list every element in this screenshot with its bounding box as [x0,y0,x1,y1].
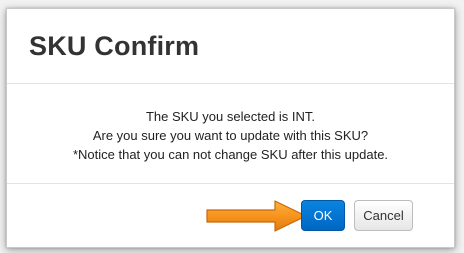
notice-message: *Notice that you can not change SKU afte… [72,147,389,162]
dialog-footer: OK Cancel [7,184,454,247]
sku-selected-message: The SKU you selected is INT. [145,109,316,124]
dialog-title: SKU Confirm [29,30,200,61]
dialog-header: SKU Confirm [7,9,454,84]
ok-button[interactable]: OK [301,200,345,231]
screenshot-stage: SKU Confirm The SKU you selected is INT.… [0,0,464,253]
annotation-arrow-icon [206,200,307,232]
sku-confirm-dialog: SKU Confirm The SKU you selected is INT.… [6,8,455,248]
dialog-body: The SKU you selected is INT. Are you sur… [7,84,454,184]
cancel-button[interactable]: Cancel [354,200,413,231]
confirm-question: Are you sure you want to update with thi… [92,128,369,143]
